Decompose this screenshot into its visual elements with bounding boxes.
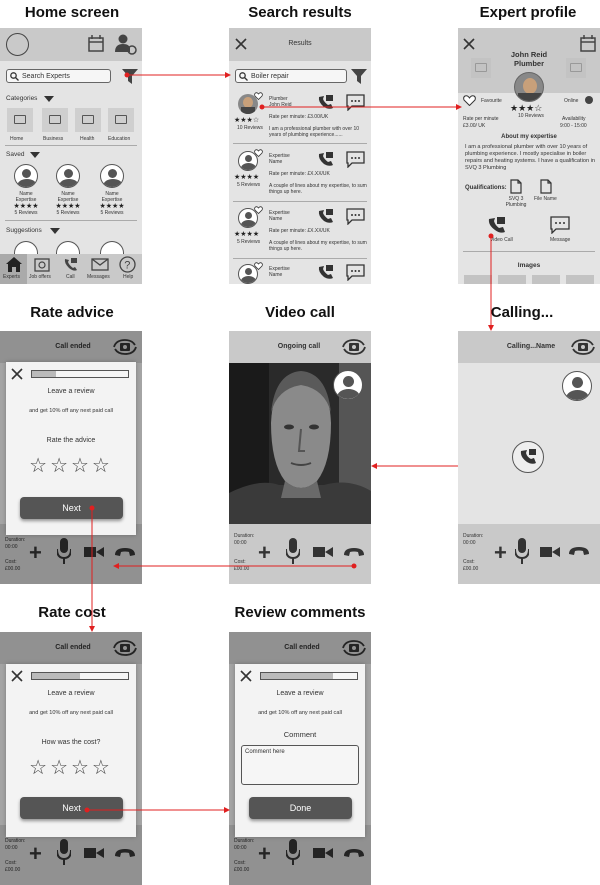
flow-connectors <box>84 72 494 813</box>
connector-rate-cost-to-review <box>84 807 230 813</box>
connector-search-to-profile <box>259 104 462 110</box>
connector-profile-to-calling <box>488 233 494 331</box>
connector-video-to-rate-advice <box>113 563 357 569</box>
connector-rate-advice-to-rate-cost <box>89 505 95 632</box>
connector-home-to-search <box>124 72 231 78</box>
